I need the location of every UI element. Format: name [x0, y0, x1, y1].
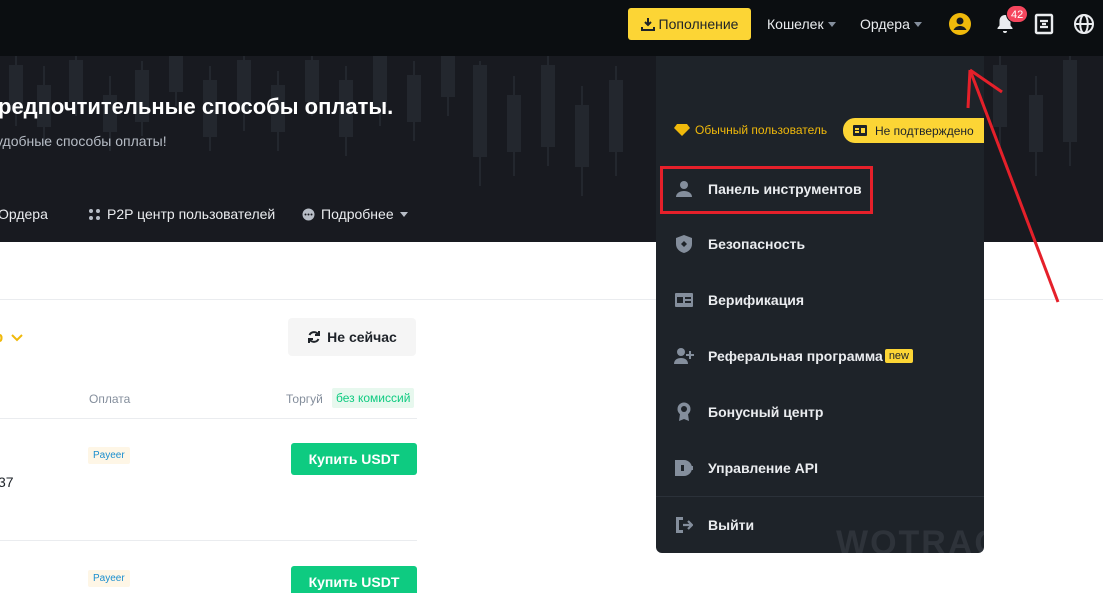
id-card-icon: [853, 125, 867, 136]
menu-item-label: Управление API: [708, 460, 818, 476]
filter-dropdown[interactable]: р: [0, 329, 23, 346]
hero-nav-p2p-label: P2P центр пользователей: [107, 206, 276, 222]
shield-icon: [674, 234, 694, 254]
zero-fee-tag: без комиссий: [332, 388, 415, 408]
menu-item-bonus-center[interactable]: Бонусный центр: [656, 390, 984, 434]
page: Пополнение Кошелек Ордера 42 редпочтител…: [0, 0, 1103, 593]
menu-item-logout[interactable]: Выйти: [656, 503, 984, 547]
hero-title: редпочтительные способы оплаты.: [0, 94, 394, 119]
deposit-button[interactable]: Пополнение: [628, 8, 751, 40]
user-account-dropdown: Обычный пользователь Не подтверждено Пан…: [656, 56, 984, 553]
orders-label: Ордера: [860, 16, 910, 32]
price-fragment: 37: [0, 474, 14, 490]
more-dots-icon: [302, 208, 315, 220]
verification-status-text: Не подтверждено: [875, 123, 974, 138]
column-header-trade: Торгуй: [286, 392, 323, 406]
notification-count-badge: 42: [1006, 5, 1029, 23]
new-badge: new: [884, 349, 913, 363]
column-header-payment: Оплата: [89, 392, 131, 406]
table-header-divider: [0, 418, 417, 419]
diamond-icon: [674, 124, 690, 136]
api-icon: [674, 458, 694, 478]
menu-item-verification[interactable]: Верификация: [656, 278, 984, 322]
buy-usdt-button[interactable]: Купить USDT: [291, 443, 417, 475]
logout-icon: [674, 515, 694, 535]
menu-item-label: Безопасность: [708, 236, 806, 252]
hero-nav-p2p-center[interactable]: P2P центр пользователей: [88, 206, 275, 222]
hero-nav-more[interactable]: Подробнее: [302, 206, 408, 222]
user-type-label: Обычный пользователь: [674, 123, 827, 137]
hero-subtitle: удобные способы оплаты!: [0, 133, 167, 149]
menu-item-label: Реферальная программа: [708, 348, 883, 364]
payment-method-tag: Payeer: [88, 447, 130, 464]
annotation-highlight-box: [660, 166, 873, 214]
wallet-label: Кошелек: [767, 16, 824, 32]
filter-label: р: [0, 329, 3, 346]
menu-item-label: Выйти: [708, 517, 755, 533]
download-app-icon[interactable]: [1032, 12, 1056, 36]
menu-item-label: Бонусный центр: [708, 404, 824, 420]
caret-down-icon: [827, 21, 836, 27]
not-now-button[interactable]: Не сейчас: [288, 318, 416, 356]
verification-status-badge[interactable]: Не подтверждено: [843, 118, 984, 143]
chevron-down-icon: [11, 333, 23, 341]
orders-menu[interactable]: Ордера: [860, 16, 922, 32]
download-icon: [640, 18, 655, 31]
hero-nav-orders[interactable]: Ордера: [0, 206, 48, 222]
top-navigation-bar: Пополнение Кошелек Ордера 42: [0, 0, 1103, 56]
buy-usdt-button[interactable]: Купить USDT: [291, 566, 417, 593]
payment-method-tag: Payeer: [88, 570, 130, 587]
menu-item-label: Верификация: [708, 292, 805, 308]
users-icon: [89, 208, 100, 220]
wallet-menu[interactable]: Кошелек: [767, 16, 836, 32]
hero-nav-more-label: Подробнее: [321, 206, 394, 222]
id-card-icon: [674, 290, 694, 310]
hero-nav-orders-label: Ордера: [0, 206, 48, 222]
caret-down-icon: [913, 21, 922, 27]
deposit-label: Пополнение: [658, 16, 739, 32]
menu-divider: [656, 496, 984, 497]
menu-item-api-management[interactable]: Управление API: [656, 446, 984, 490]
caret-down-icon: [399, 211, 408, 217]
user-type-text: Обычный пользователь: [695, 123, 828, 137]
medal-icon: [674, 402, 694, 422]
globe-icon[interactable]: [1072, 12, 1096, 36]
row-divider: [0, 540, 417, 541]
refresh-icon: [308, 331, 321, 343]
menu-item-security[interactable]: Безопасность: [656, 222, 984, 266]
add-user-icon: [674, 346, 694, 366]
user-icon[interactable]: [948, 12, 972, 36]
menu-item-referral[interactable]: Реферальная программа new: [656, 334, 984, 378]
not-now-label: Не сейчас: [327, 329, 397, 345]
